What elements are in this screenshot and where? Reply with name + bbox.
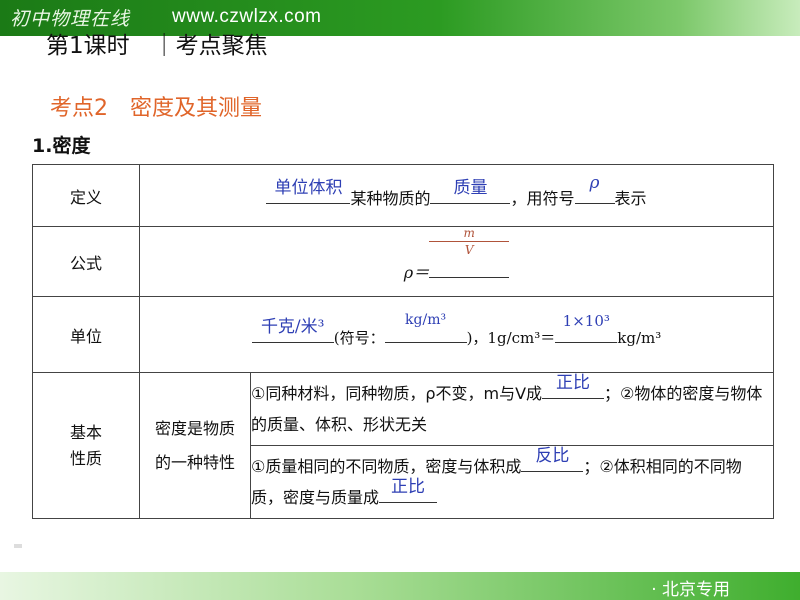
unit-text-2: )，1g/cm³＝ bbox=[466, 328, 556, 347]
answer-unit-3: 1×10³ bbox=[562, 311, 610, 330]
blank-property1-1: 正比 bbox=[542, 373, 605, 399]
answer-definition-2: 质量 bbox=[453, 177, 488, 198]
blank-definition-2: 质量 bbox=[430, 178, 511, 204]
unit-text-1: (符号： bbox=[333, 328, 385, 347]
row-label-unit: 单位 bbox=[32, 296, 140, 373]
blank-property2-2: 正比 bbox=[379, 477, 438, 503]
subsection-heading: 1.密度 bbox=[32, 135, 91, 157]
decorative-dot bbox=[14, 544, 22, 548]
table-row-unit: 单位 千克/米³ (符号： kg/m³ )，1g/cm³＝ 1×10³ kg/m³ bbox=[32, 296, 774, 373]
table-row-property-1: 基本 性质 密度是物质的一种特性 ①同种材料，同种物质，ρ不变，m与V成 正比 ；②… bbox=[32, 372, 774, 519]
property-mid-label: 密度是物质的一种特性 bbox=[139, 372, 251, 519]
footer-bar: · 北京专用 bbox=[0, 572, 800, 600]
unit-cell: 千克/米³ (符号： kg/m³ )，1g/cm³＝ 1×10³ kg/m³ bbox=[139, 296, 774, 373]
row-label-definition: 定义 bbox=[32, 164, 140, 227]
row-label-formula: 公式 bbox=[32, 226, 140, 297]
answer-unit-2: kg/m³ bbox=[405, 311, 447, 328]
blank-formula: mV bbox=[429, 227, 510, 278]
answer-definition-1: 单位体积 bbox=[274, 177, 343, 198]
blank-unit-3: 1×10³ bbox=[555, 312, 618, 343]
definition-text-2: ，用符号 bbox=[510, 188, 575, 208]
unit-text-3: kg/m³ bbox=[617, 328, 662, 347]
answer-definition-3: ρ bbox=[589, 172, 600, 193]
table-row-formula: 公式 ρ＝ m V bbox=[32, 226, 774, 297]
blank-unit-1: 千克/米³ bbox=[251, 317, 334, 343]
fraction-denominator: V bbox=[464, 242, 474, 257]
definition-text-1: 某种物质的 bbox=[350, 188, 431, 208]
property-cell-2: ①质量相同的不同物质，密度与体积成 反比 ；②体积相同的不同物质，密度与质量成 正比 bbox=[250, 445, 774, 519]
answer-property1-1: 正比 bbox=[556, 373, 591, 393]
blank-property2-1: 反比 bbox=[521, 446, 584, 472]
answer-unit-1: 千克/米³ bbox=[260, 316, 325, 337]
property-cell-1: ①同种材料，同种物质，ρ不变，m与V成 正比 ；②物体的密度与物体的质量、体积、形状… bbox=[250, 372, 774, 446]
fraction-numerator: m bbox=[429, 227, 510, 242]
footer-label: · 北京专用 bbox=[651, 580, 730, 600]
row-label-property: 基本 性质 bbox=[32, 372, 140, 519]
blank-definition-1: 单位体积 bbox=[266, 178, 351, 204]
table-row-definition: 定义 单位体积 某种物质的 质量 ，用符号 ρ 表示 bbox=[32, 164, 774, 227]
section-heading: 考点2 密度及其测量 bbox=[50, 96, 262, 121]
property1-text-1: ①同种材料，同种物质，ρ不变，m与V成 bbox=[251, 384, 543, 403]
answer-property2-1: 反比 bbox=[535, 446, 570, 466]
formula-cell: ρ＝ m V bbox=[139, 226, 774, 297]
formula-lhs: ρ＝ bbox=[403, 262, 430, 282]
answer-property2-2: 正比 bbox=[391, 477, 426, 497]
blank-definition-3: ρ bbox=[574, 173, 615, 204]
definition-text-3: 表示 bbox=[614, 188, 647, 208]
blank-unit-2: kg/m³ bbox=[384, 312, 467, 343]
formula-fraction: mV bbox=[429, 227, 510, 257]
definition-cell: 单位体积 某种物质的 质量 ，用符号 ρ 表示 bbox=[139, 164, 774, 227]
site-url[interactable]: www.czwlzx.com bbox=[172, 6, 322, 28]
density-table: 定义 单位体积 某种物质的 质量 ，用符号 ρ 表示 公式 ρ＝ m V 单位 千克/米³ (符… bbox=[32, 164, 774, 519]
lesson-title: 第1课时 ｜考点聚焦 bbox=[46, 33, 268, 59]
